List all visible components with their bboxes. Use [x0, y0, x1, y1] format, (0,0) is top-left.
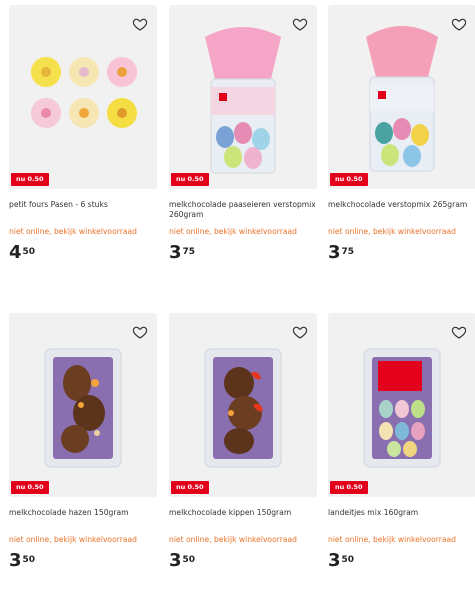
availability-link[interactable]: niet online, bekijk winkelvoorraad — [9, 535, 157, 545]
product-card[interactable]: nu 0.50 petit fours Pasen - 6 stuks niet… — [9, 5, 157, 263]
heart-icon[interactable] — [292, 324, 308, 340]
product-card[interactable]: nu 0.50 melkchocolade paaseieren verstop… — [169, 5, 317, 263]
price-decimals: 50 — [22, 555, 36, 565]
price-decimals: 75 — [341, 247, 355, 257]
price-integer: 3 — [328, 550, 341, 571]
product-card[interactable]: nu 0.50 melkchocolade verstopmix 265gram… — [328, 5, 475, 263]
product-title[interactable]: landeitjes mix 160gram — [328, 508, 475, 534]
discount-badge: nu 0.50 — [171, 173, 209, 186]
product-card[interactable]: nu 0.50 landeitjes mix 160gram niet onli… — [328, 313, 475, 571]
availability-link[interactable]: niet online, bekijk winkelvoorraad — [169, 535, 317, 545]
discount-badge: nu 0.50 — [11, 481, 49, 494]
heart-icon[interactable] — [451, 16, 467, 32]
price-decimals: 50 — [22, 247, 36, 257]
product-title[interactable]: petit fours Pasen - 6 stuks — [9, 200, 157, 226]
heart-icon[interactable] — [132, 16, 148, 32]
mini-eggs-image — [363, 348, 441, 468]
chocolate-hares-image — [44, 348, 122, 468]
product-price: 350 — [9, 551, 157, 571]
availability-link[interactable]: niet online, bekijk winkelvoorraad — [169, 227, 317, 237]
egg-bag-image — [205, 27, 281, 174]
product-price: 375 — [328, 243, 475, 263]
availability-link[interactable]: niet online, bekijk winkelvoorraad — [328, 227, 475, 237]
price-decimals: 75 — [182, 247, 196, 257]
price-integer: 3 — [169, 242, 182, 263]
product-card[interactable]: nu 0.50 melkchocolade kippen 150gram nie… — [169, 313, 317, 571]
product-card[interactable]: nu 0.50 melkchocolade hazen 150gram niet… — [9, 313, 157, 571]
product-title[interactable]: melkchocolade verstopmix 265gram — [328, 200, 475, 226]
product-image[interactable]: nu 0.50 — [328, 5, 475, 189]
discount-badge: nu 0.50 — [330, 173, 368, 186]
heart-icon[interactable] — [132, 324, 148, 340]
egg-bag-image — [366, 26, 438, 172]
price-decimals: 50 — [182, 555, 196, 565]
petit-fours-image — [31, 57, 137, 128]
heart-icon[interactable] — [292, 16, 308, 32]
product-image[interactable]: nu 0.50 — [9, 313, 157, 497]
price-decimals: 50 — [341, 555, 355, 565]
product-image[interactable]: nu 0.50 — [169, 5, 317, 189]
price-integer: 3 — [9, 550, 22, 571]
product-price: 375 — [169, 243, 317, 263]
product-price: 450 — [9, 243, 157, 263]
product-image[interactable]: nu 0.50 — [9, 5, 157, 189]
discount-badge: nu 0.50 — [11, 173, 49, 186]
heart-icon[interactable] — [451, 324, 467, 340]
product-image[interactable]: nu 0.50 — [169, 313, 317, 497]
discount-badge: nu 0.50 — [330, 481, 368, 494]
product-title[interactable]: melkchocolade paaseieren verstopmix 260g… — [169, 200, 317, 226]
discount-badge: nu 0.50 — [171, 481, 209, 494]
product-title[interactable]: melkchocolade hazen 150gram — [9, 508, 157, 534]
product-title[interactable]: melkchocolade kippen 150gram — [169, 508, 317, 534]
chocolate-chicks-image — [204, 348, 282, 468]
price-integer: 3 — [328, 242, 341, 263]
product-price: 350 — [328, 551, 475, 571]
availability-link[interactable]: niet online, bekijk winkelvoorraad — [328, 535, 475, 545]
price-integer: 3 — [169, 550, 182, 571]
product-price: 350 — [169, 551, 317, 571]
price-integer: 4 — [9, 242, 22, 263]
product-image[interactable]: nu 0.50 — [328, 313, 475, 497]
availability-link[interactable]: niet online, bekijk winkelvoorraad — [9, 227, 157, 237]
